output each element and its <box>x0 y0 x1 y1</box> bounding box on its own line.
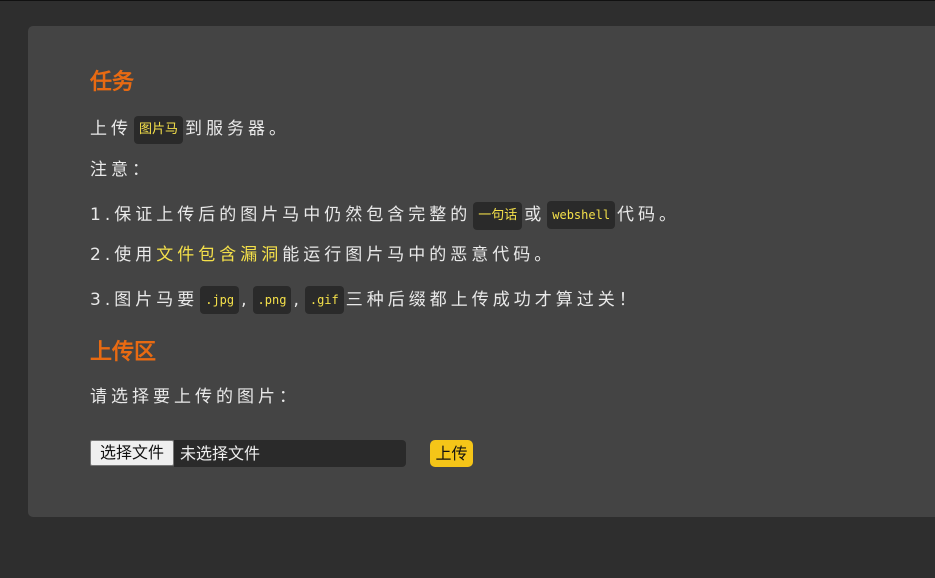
item1-code-webshell: webshell <box>547 201 616 229</box>
item2-text-pre: 2.使用 <box>90 245 157 265</box>
file-name-display[interactable]: 未选择文件 <box>174 440 406 467</box>
note-item-2: 2.使用文件包含漏洞能运行图片马中的恶意代码。 <box>90 243 555 267</box>
item3-sep-2: , <box>293 290 303 310</box>
task-heading: 任务 <box>90 70 135 95</box>
note-item-3: 3.图片马要 .jpg, .png, .gif 三种后缀都上传成功才算过关！ <box>90 286 640 314</box>
upload-heading: 上传区 <box>90 340 157 365</box>
task-intro: 上传 图片马 到服务器。 <box>90 116 290 144</box>
note-label: 注意： <box>90 160 153 180</box>
item1-text-mid: 或 <box>524 205 546 225</box>
item3-sep-1: , <box>241 290 251 310</box>
item1-text-pre: 1.保证上传后的图片马中仍然包含完整的 <box>90 205 472 225</box>
intro-code-image-horse: 图片马 <box>134 116 184 144</box>
upload-submit-button[interactable]: 上传 <box>430 440 473 467</box>
item1-text-post: 代码。 <box>617 205 681 225</box>
item3-text-pre: 3.图片马要 <box>90 290 199 310</box>
item2-text-post: 能运行图片马中的恶意代码。 <box>282 245 556 265</box>
intro-text-post: 到服务器。 <box>185 119 291 139</box>
note-item-1: 1.保证上传后的图片马中仍然包含完整的 一句话或 webshell 代码。 <box>90 201 680 230</box>
main-panel: 任务 上传 图片马 到服务器。 注意： 1.保证上传后的图片马中仍然包含完整的 一句话… <box>28 26 935 517</box>
item3-ext-gif: .gif <box>304 286 344 314</box>
item3-ext-png: .png <box>252 286 292 314</box>
intro-text-pre: 上传 <box>90 119 132 139</box>
item3-text-post: 三种后缀都上传成功才算过关！ <box>345 290 640 310</box>
choose-file-button[interactable]: 选择文件 <box>90 440 174 466</box>
item1-code-one-liner: 一句话 <box>473 202 523 230</box>
item3-ext-jpg: .jpg <box>200 286 240 314</box>
item2-highlight: 文件包含漏洞 <box>156 245 283 265</box>
upload-prompt: 请选择要上传的图片： <box>90 387 300 407</box>
